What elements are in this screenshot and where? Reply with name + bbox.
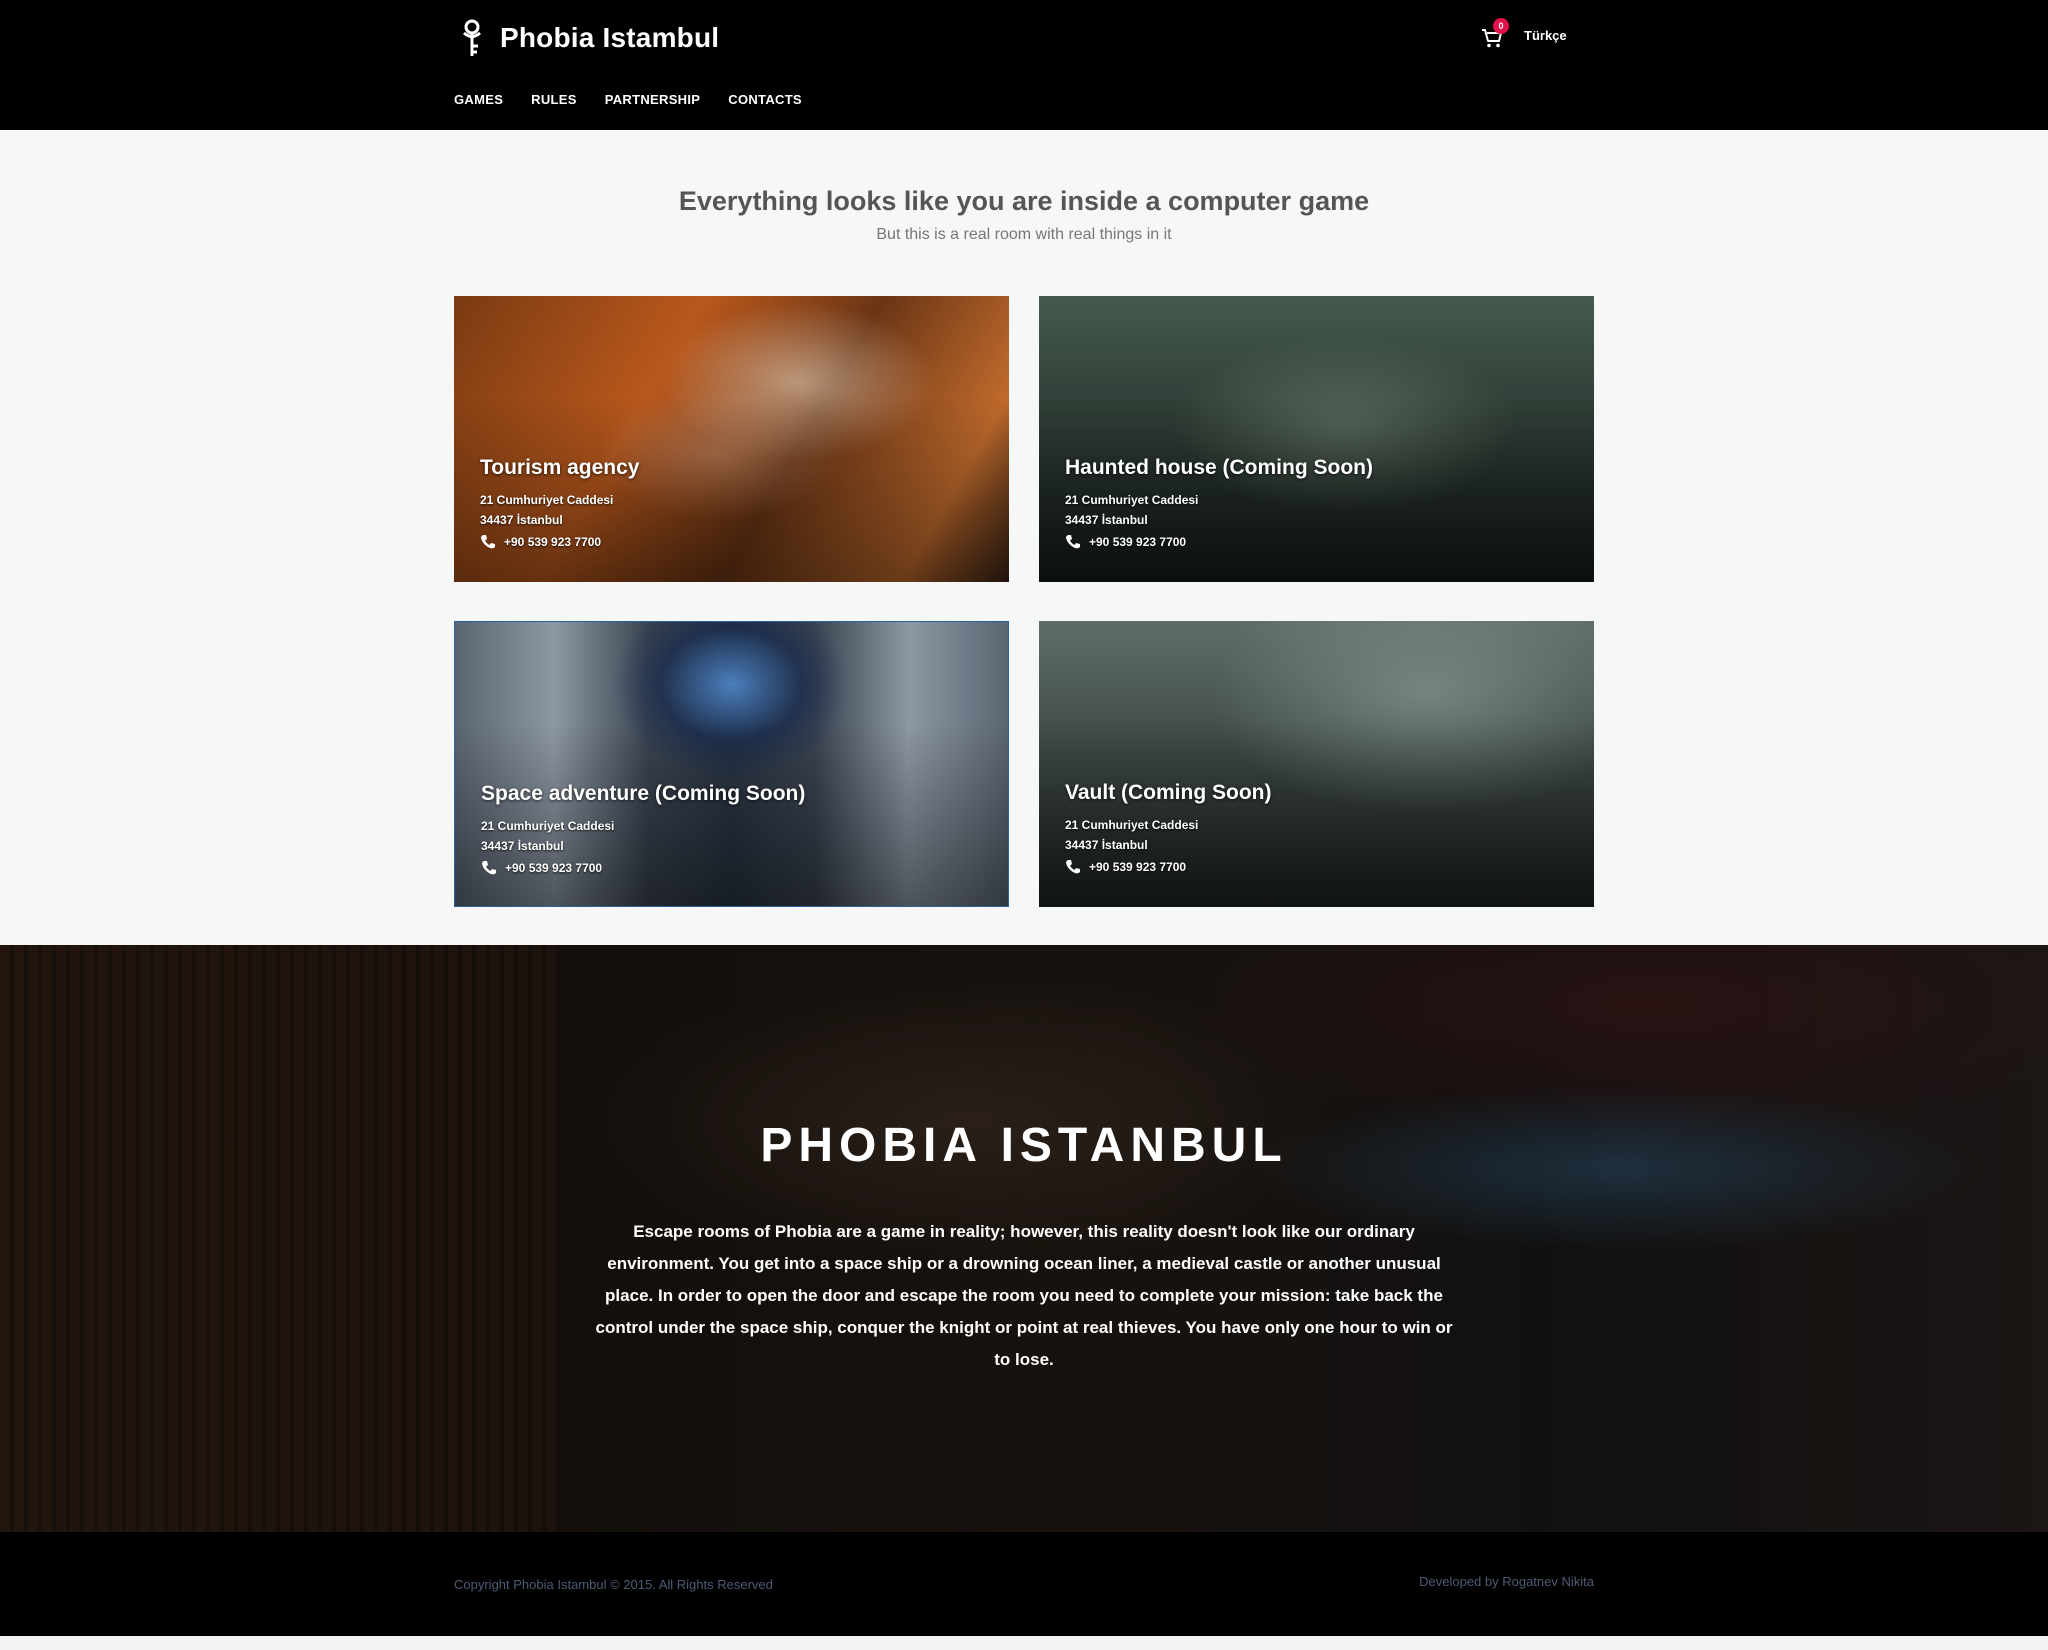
- game-card-haunted-house[interactable]: Haunted house (Coming Soon) 21 Cumhuriye…: [1039, 296, 1594, 582]
- cart-button[interactable]: 0: [1480, 18, 1509, 50]
- card-phone: +90 539 923 7700: [1065, 532, 1373, 552]
- card-info: Space adventure (Coming Soon) 21 Cumhuri…: [481, 782, 805, 878]
- card-phone: +90 539 923 7700: [480, 532, 640, 552]
- phone-icon: [1065, 859, 1081, 875]
- cart-count-badge: 0: [1493, 18, 1509, 34]
- card-street: 21 Cumhuriyet Caddesi: [480, 493, 614, 507]
- card-street: 21 Cumhuriyet Caddesi: [1065, 493, 1199, 507]
- game-card-vault[interactable]: Vault (Coming Soon) 21 Cumhuriyet Caddes…: [1039, 621, 1594, 907]
- card-info: Tourism agency 21 Cumhuriyet Caddesi 344…: [480, 456, 640, 552]
- card-title: Tourism agency: [480, 456, 640, 479]
- nav-games[interactable]: GAMES: [454, 92, 503, 107]
- phone-icon: [1065, 534, 1081, 550]
- game-card-tourism-agency[interactable]: Tourism agency 21 Cumhuriyet Caddesi 344…: [454, 296, 1009, 582]
- card-info: Haunted house (Coming Soon) 21 Cumhuriye…: [1065, 456, 1373, 552]
- hero-description: Escape rooms of Phobia are a game in rea…: [595, 1222, 1453, 1369]
- card-city: 34437 İstanbul: [481, 839, 564, 853]
- card-city: 34437 İstanbul: [1065, 513, 1148, 527]
- card-title: Space adventure (Coming Soon): [481, 782, 806, 805]
- brand-logo-link[interactable]: Phobia Istambul: [458, 18, 719, 58]
- game-card-space-adventure[interactable]: Space adventure (Coming Soon) 21 Cumhuri…: [454, 621, 1009, 907]
- intro-title: Everything looks like you are inside a c…: [678, 186, 1370, 216]
- page-bottom-strip: [0, 1636, 2048, 1650]
- site-footer: [0, 1532, 2048, 1636]
- card-info: Vault (Coming Soon) 21 Cumhuriyet Caddes…: [1065, 781, 1271, 877]
- footer-developer-link[interactable]: Developed by Rogatnev Nikita: [1394, 1574, 1594, 1589]
- nav-partnership[interactable]: PARTNERSHIP: [605, 92, 701, 107]
- nav-rules[interactable]: RULES: [531, 92, 577, 107]
- brand-title: Phobia Istambul: [500, 22, 720, 53]
- card-title: Vault (Coming Soon): [1065, 781, 1272, 804]
- site-header: Phobia Istambul GAMES RULES PARTNERSHIP …: [0, 0, 2048, 130]
- card-phone-number: +90 539 923 7700: [1089, 535, 1187, 549]
- card-city: 34437 İstanbul: [1065, 838, 1148, 852]
- main-nav: GAMES RULES PARTNERSHIP CONTACTS: [454, 92, 802, 107]
- card-phone-number: +90 539 923 7700: [1089, 860, 1187, 874]
- intro-subtitle: But this is a real room with real things…: [876, 226, 1172, 243]
- card-phone-number: +90 539 923 7700: [504, 535, 602, 549]
- card-phone: +90 539 923 7700: [1065, 857, 1271, 877]
- phone-icon: [480, 534, 496, 550]
- card-city: 34437 İstanbul: [480, 513, 563, 527]
- card-phone: +90 539 923 7700: [481, 858, 805, 878]
- card-street: 21 Cumhuriyet Caddesi: [481, 819, 615, 833]
- phone-icon: [481, 860, 497, 876]
- language-switcher[interactable]: Türkçe: [1524, 28, 1567, 43]
- hero-title: PHOBIA ISTANBUL: [760, 1119, 1288, 1172]
- card-street: 21 Cumhuriyet Caddesi: [1065, 818, 1199, 832]
- card-phone-number: +90 539 923 7700: [505, 861, 603, 875]
- card-title: Haunted house (Coming Soon): [1065, 456, 1373, 479]
- nav-contacts[interactable]: CONTACTS: [728, 92, 802, 107]
- key-icon: [458, 18, 486, 58]
- footer-copyright: Copyright Phobia Istambul © 2015. All Ri…: [454, 1577, 773, 1592]
